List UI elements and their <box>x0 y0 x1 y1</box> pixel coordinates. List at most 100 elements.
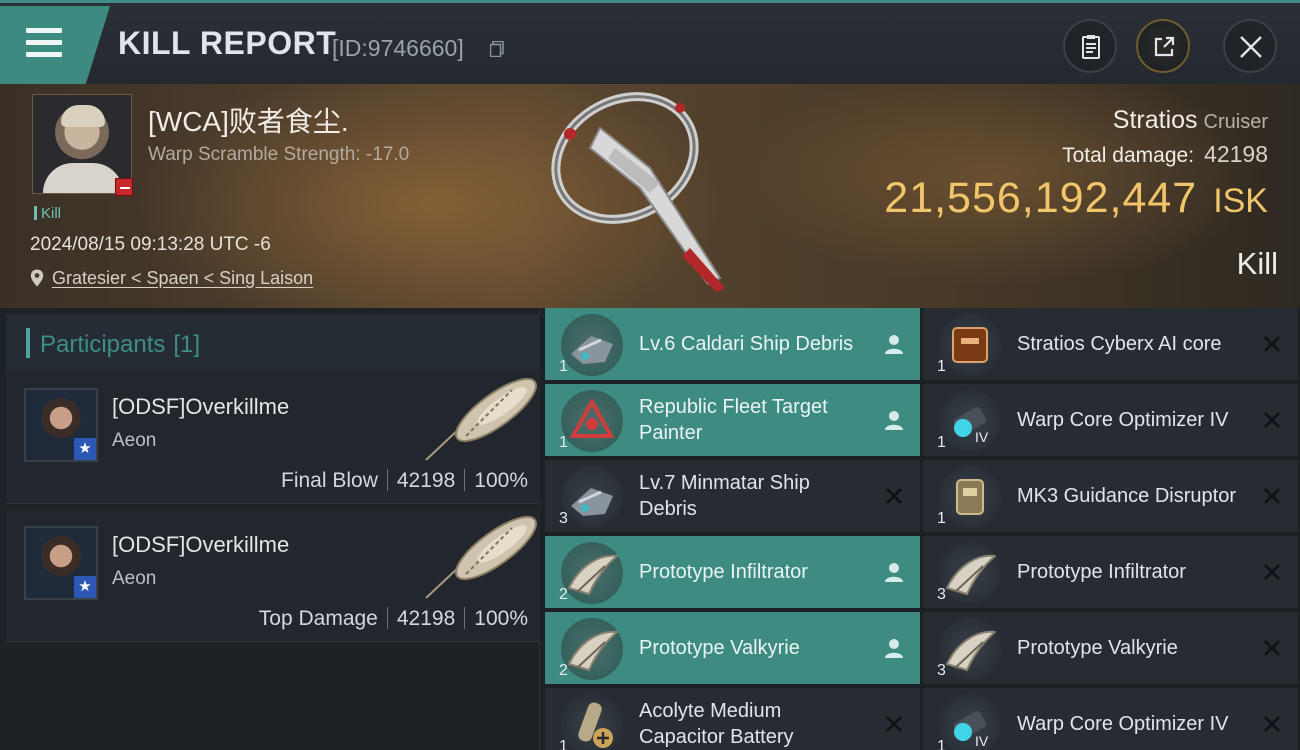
item-quantity: 3 <box>559 510 568 527</box>
target-painter-icon <box>561 390 623 452</box>
drone-icon <box>939 542 1001 604</box>
guidance-disruptor-icon <box>939 466 1001 528</box>
dropped-person-icon <box>882 636 906 660</box>
attacker-stats: Final Blow 42198 100% <box>281 469 528 493</box>
destroyed-x-icon <box>1260 712 1284 736</box>
item-quantity: 3 <box>937 662 946 679</box>
total-damage-value: 42198 <box>1204 141 1268 167</box>
dropped-person-icon <box>882 408 906 432</box>
victim-banner: [WCA]败者食尘. Warp Scramble Strength: -17.0… <box>0 84 1300 308</box>
isk-unit: ISK <box>1213 182 1268 220</box>
share-button[interactable] <box>1136 19 1190 73</box>
warp-core-icon: IV <box>939 694 1001 750</box>
item-name: Stratios Cyberx AI core <box>1017 333 1222 355</box>
attacker-ship: Aeon <box>112 568 157 589</box>
kill-location[interactable]: Gratesier < Spaen < Sing Laison <box>30 268 313 289</box>
attacker-ship-image <box>425 515 537 599</box>
item-name: Prototype Infiltrator <box>639 561 808 583</box>
participants-panel: Participants [1] ★ [ODSF]Overkillme Aeon … <box>0 308 540 750</box>
item-name: Warp Core Optimizer IV <box>1017 409 1229 431</box>
items-grid: 1 Lv.6 Caldari Ship Debris 1 Republic Fleet… <box>545 308 1300 750</box>
clipboard-icon <box>1082 35 1100 59</box>
item-row[interactable]: IV 1 Warp Core Optimizer IV <box>923 688 1298 750</box>
ship-info: Stratios Cruiser Total damage: 42198 21,55… <box>884 106 1268 223</box>
hamburger-menu-icon <box>26 28 62 58</box>
attacker-percent: 100% <box>474 469 528 492</box>
item-quantity: 1 <box>937 358 946 375</box>
attacker-role: Final Blow <box>281 469 378 492</box>
item-name: Lv.7 Minmatar Ship Debris <box>639 472 810 520</box>
ship-name: Stratios <box>1112 106 1198 134</box>
destroyed-x-icon <box>1260 408 1284 432</box>
item-name: Warp Core Optimizer IV <box>1017 713 1229 735</box>
debris-icon <box>561 466 623 528</box>
destroyed-x-icon <box>1260 636 1284 660</box>
item-name: Prototype Valkyrie <box>639 637 800 659</box>
warp-core-icon: IV <box>939 390 1001 452</box>
attacker-percent: 100% <box>474 607 528 630</box>
top-bar: KILL REPORT [ID:9746660] <box>0 0 1300 84</box>
total-damage-label: Total damage: <box>1062 144 1195 167</box>
location-link[interactable]: Gratesier < Spaen < Sing Laison <box>52 268 313 288</box>
kill-tag: Kill <box>34 205 61 222</box>
item-row[interactable]: 3 Prototype Valkyrie <box>923 612 1298 686</box>
item-quantity: 2 <box>559 662 568 679</box>
victim-name[interactable]: [WCA]败者食尘. <box>148 100 349 140</box>
svg-text:IV: IV <box>975 733 989 749</box>
item-row[interactable]: 1 Republic Fleet Target Painter <box>545 384 920 458</box>
item-name: Acolyte Medium Capacitor Battery <box>639 700 794 748</box>
attacker-ship: Aeon <box>112 430 157 451</box>
close-icon <box>1240 36 1262 58</box>
copy-icon[interactable] <box>490 41 504 57</box>
clipboard-button[interactable] <box>1063 19 1117 73</box>
attacker-name: [ODSF]Overkillme <box>112 394 290 419</box>
location-pin-icon <box>30 269 44 287</box>
attacker-damage: 42198 <box>396 469 456 492</box>
debris-icon <box>561 314 623 376</box>
attacker-avatar[interactable]: ★ <box>24 388 98 462</box>
item-quantity: 1 <box>559 434 568 451</box>
item-row[interactable]: 1 Acolyte Medium Capacitor Battery <box>545 688 920 750</box>
attacker-row[interactable]: ★ [ODSF]Overkillme Aeon Top Damage 42198 1… <box>6 508 540 642</box>
close-button[interactable] <box>1223 19 1277 73</box>
item-name: Prototype Valkyrie <box>1017 637 1178 659</box>
attacker-row[interactable]: ★ [ODSF]Overkillme Aeon Final Blow 42198 1… <box>6 370 540 504</box>
item-row[interactable]: 2 Prototype Valkyrie <box>545 612 920 686</box>
item-name: Prototype Infiltrator <box>1017 561 1186 583</box>
hostile-standing-icon <box>115 178 133 196</box>
item-quantity: 1 <box>559 738 568 750</box>
ai-core-icon <box>939 314 1001 376</box>
dropped-person-icon <box>882 560 906 584</box>
battery-icon <box>561 694 623 750</box>
menu-button[interactable] <box>0 6 110 84</box>
isk-value: 21,556,192,447 <box>884 174 1198 222</box>
item-quantity: 1 <box>937 434 946 451</box>
item-row[interactable]: 2 Prototype Infiltrator <box>545 536 920 610</box>
attacker-name: [ODSF]Overkillme <box>112 532 290 557</box>
destroyed-x-icon <box>1260 484 1284 508</box>
drone-icon <box>561 542 623 604</box>
svg-text:IV: IV <box>975 429 989 445</box>
warp-scramble-strength: Warp Scramble Strength: -17.0 <box>148 144 410 165</box>
item-name: MK3 Guidance Disruptor <box>1017 485 1236 507</box>
item-row[interactable]: 3 Lv.7 Minmatar Ship Debris <box>545 460 920 534</box>
item-quantity: 1 <box>937 738 946 750</box>
item-row[interactable]: 3 Prototype Infiltrator <box>923 536 1298 610</box>
attacker-avatar[interactable]: ★ <box>24 526 98 600</box>
attacker-ship-image <box>425 377 537 461</box>
participants-label: Participants <box>40 331 166 358</box>
destroyed-x-icon <box>1260 560 1284 584</box>
item-quantity: 1 <box>937 510 946 527</box>
item-row[interactable]: 1 MK3 Guidance Disruptor <box>923 460 1298 534</box>
page-title: KILL REPORT <box>118 25 337 61</box>
drone-icon <box>561 618 623 680</box>
item-name: Lv.6 Caldari Ship Debris <box>639 333 854 355</box>
item-row[interactable]: 1 Lv.6 Caldari Ship Debris <box>545 308 920 382</box>
dropped-person-icon <box>882 332 906 356</box>
attacker-damage: 42198 <box>396 607 456 630</box>
participants-header: Participants [1] <box>6 314 540 370</box>
destroyed-x-icon <box>882 484 906 508</box>
item-row[interactable]: 1 Stratios Cyberx AI core <box>923 308 1298 382</box>
item-row[interactable]: IV 1 Warp Core Optimizer IV <box>923 384 1298 458</box>
drone-icon <box>939 618 1001 680</box>
